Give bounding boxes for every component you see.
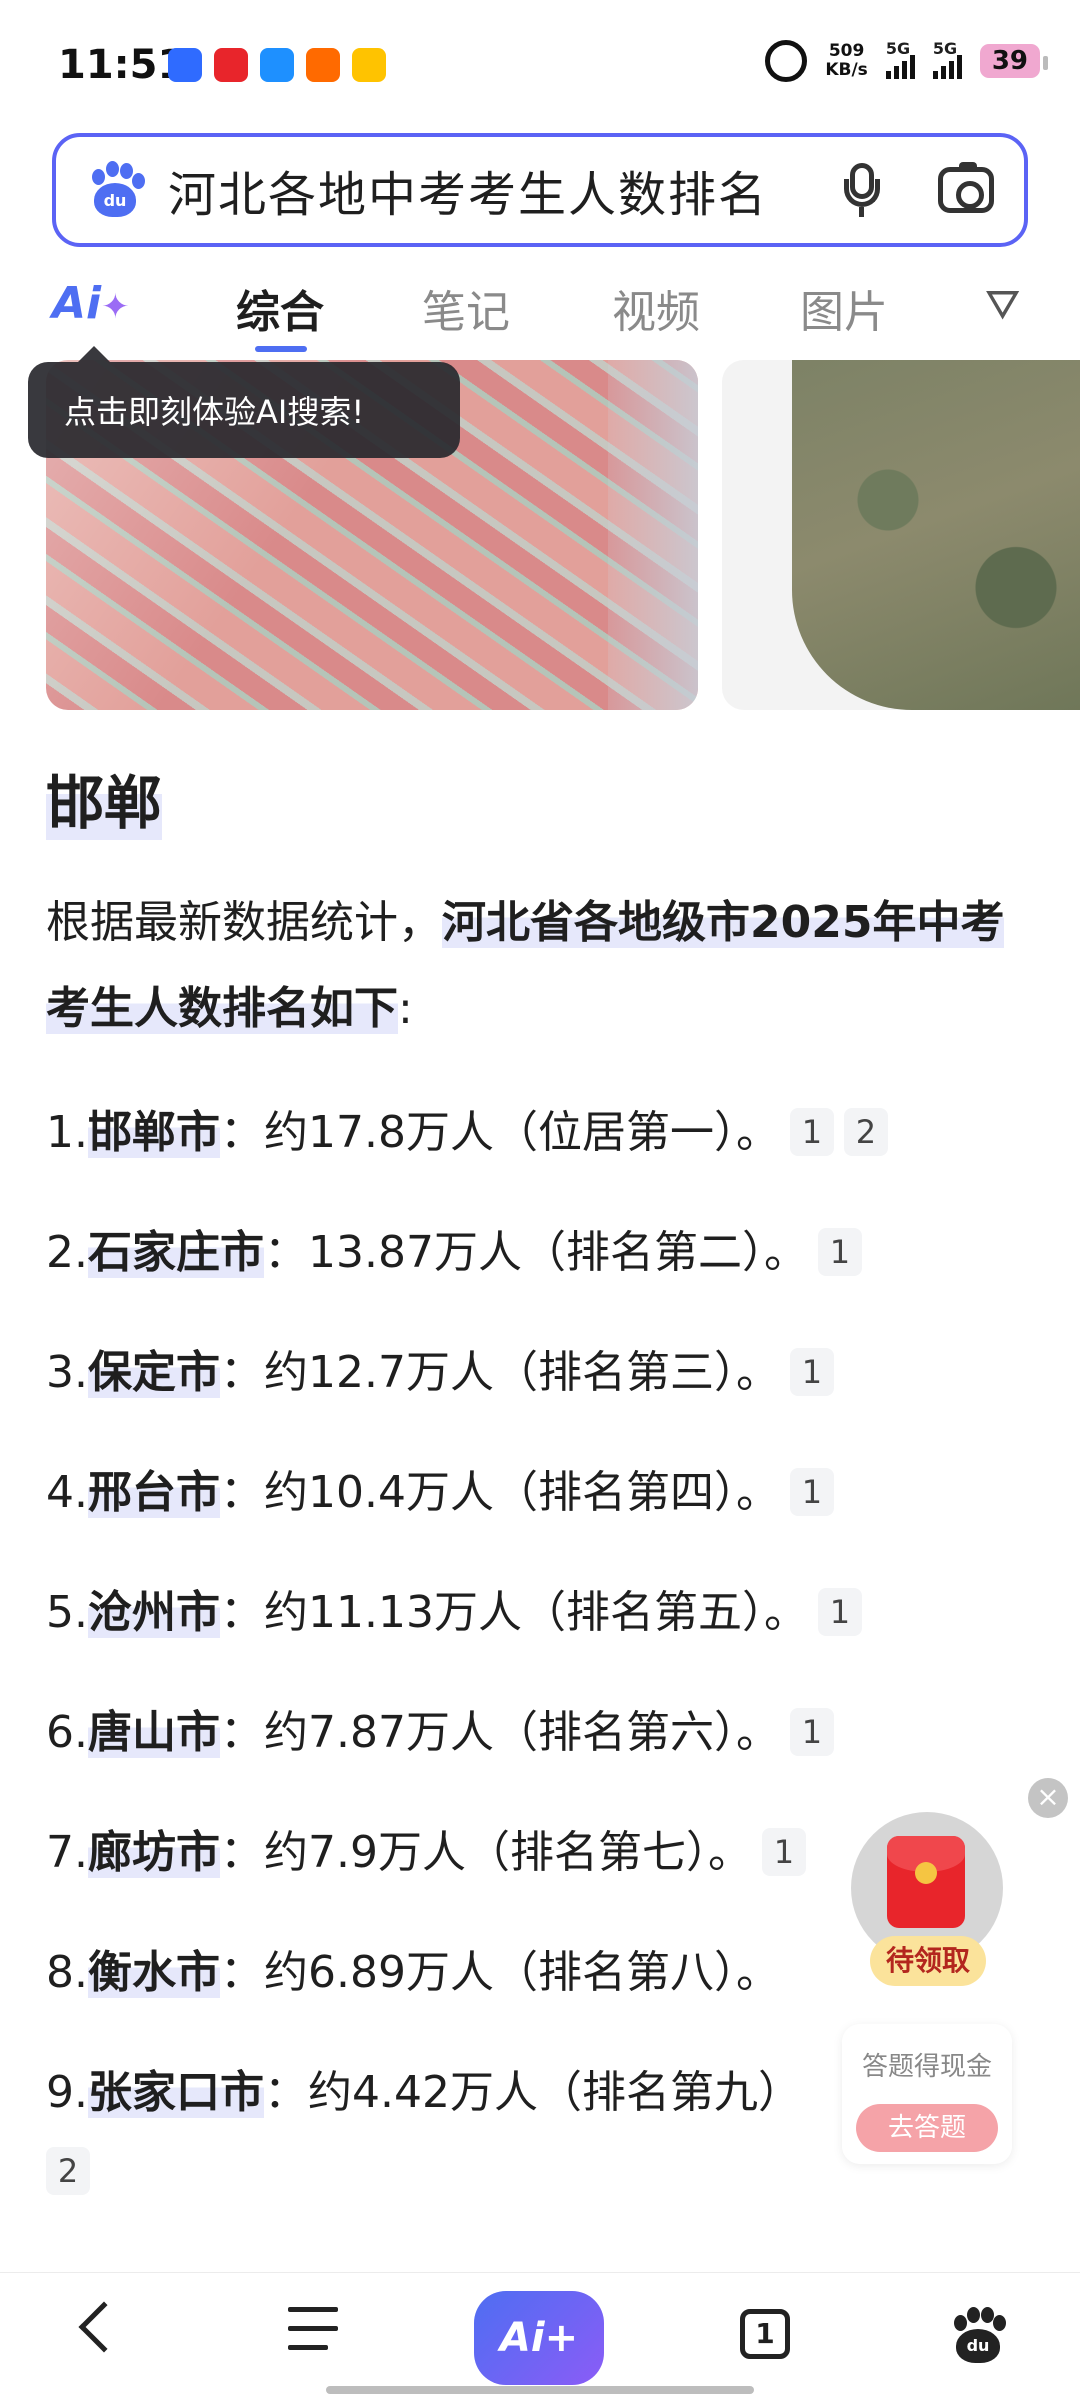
quiz-button[interactable]: 去答题 bbox=[856, 2104, 998, 2152]
tab-videos[interactable]: 视频 bbox=[612, 276, 700, 340]
list-item: 7.廊坊市：约7.9万人（排名第七）。 1 bbox=[46, 1816, 806, 1880]
battery-icon: 39 bbox=[979, 44, 1049, 78]
citation-badge[interactable]: 1 bbox=[789, 1348, 834, 1396]
list-item: 6.唐山市：约7.87万人（排名第六）。 1 bbox=[46, 1696, 834, 1760]
tab-ai[interactable]: Ai✦ bbox=[52, 278, 130, 329]
signal-icon-2: 5G bbox=[932, 39, 962, 79]
citation-badge[interactable]: 1 bbox=[789, 1108, 834, 1156]
baidu-app-icon bbox=[168, 48, 202, 82]
city-name: 张家口市 bbox=[87, 2067, 264, 2118]
city-name: 衡水市 bbox=[87, 1947, 220, 1998]
list-item: 3.保定市：约12.7万人（排名第三）。 1 bbox=[46, 1336, 834, 1400]
status-time: 11:51 bbox=[58, 42, 186, 88]
tab-all[interactable]: 综合 bbox=[236, 276, 324, 340]
citation-badge[interactable]: 2 bbox=[46, 2147, 90, 2195]
section-heading: 邯郸 bbox=[46, 756, 163, 840]
list-item: 5.沧州市：约11.13万人（排名第五）。 1 bbox=[46, 1576, 862, 1640]
active-tab-indicator bbox=[255, 346, 307, 352]
net-speed-value: 509 bbox=[828, 41, 865, 61]
tab-ai-label: Ai bbox=[52, 278, 102, 329]
list-item-continuation: 2 bbox=[36, 2146, 90, 2197]
notification-icons bbox=[168, 48, 386, 82]
citation-badge[interactable]: 1 bbox=[817, 1588, 862, 1636]
list-item: 1.邯郸市：约17.8万人（位居第一）。 1 2 bbox=[46, 1096, 888, 1160]
close-icon[interactable]: × bbox=[1028, 1778, 1068, 1818]
status-right-group: 509 KB/s 5G 5G 39 bbox=[765, 39, 1049, 82]
home-logo-text: du bbox=[956, 2329, 1000, 2363]
list-item: 8.衡水市：约6.89万人（排名第八）。 bbox=[46, 1947, 780, 1998]
home-indicator[interactable] bbox=[326, 2386, 754, 2394]
microphone-icon[interactable] bbox=[844, 163, 880, 217]
net-speed: 509 KB/s bbox=[825, 42, 867, 80]
red-packet-label[interactable]: 待领取 bbox=[870, 1936, 986, 1986]
city-name: 廊坊市 bbox=[87, 1827, 220, 1878]
menu-icon[interactable] bbox=[288, 2307, 338, 2351]
alarm-icon bbox=[765, 40, 808, 82]
search-input[interactable]: 河北各地中考考生人数排名 bbox=[168, 155, 844, 225]
tabs-count-icon[interactable]: 1 bbox=[740, 2309, 790, 2359]
quiz-title: 答题得现金 bbox=[861, 2052, 992, 2082]
tab-images[interactable]: 图片 bbox=[800, 276, 888, 340]
ai-tooltip[interactable]: 点击即刻体验AI搜索! bbox=[28, 346, 460, 458]
baidu-home-icon[interactable]: du bbox=[950, 2307, 1006, 2363]
city-name: 沧州市 bbox=[87, 1587, 220, 1638]
list-item: 9.张家口市：约4.42万人（排名第九） bbox=[46, 2067, 802, 2118]
baidu-paw-icon: du bbox=[86, 161, 145, 219]
baidu-logo-text: du bbox=[94, 183, 136, 217]
ai-search-button[interactable]: Ai+ bbox=[474, 2291, 604, 2385]
tab-notes[interactable]: 笔记 bbox=[422, 276, 510, 340]
intro-paragraph: 根据最新数据统计，河北省各地级市2025年中考考生人数排名如下: bbox=[46, 880, 1036, 1052]
red-packet-icon bbox=[887, 1836, 965, 1928]
red-app-icon bbox=[214, 48, 248, 82]
city-name: 邯郸市 bbox=[87, 1107, 220, 1158]
citation-badge[interactable]: 1 bbox=[761, 1828, 806, 1876]
net-speed-unit: KB/s bbox=[825, 60, 868, 80]
search-bar[interactable]: du 河北各地中考考生人数排名 bbox=[52, 133, 1028, 247]
intro-prefix: 根据最新数据统计， bbox=[46, 897, 442, 948]
citation-badge[interactable]: 1 bbox=[817, 1228, 862, 1276]
back-icon[interactable] bbox=[78, 2301, 130, 2353]
citation-badge[interactable]: 1 bbox=[789, 1708, 834, 1756]
meituan-app-icon bbox=[352, 48, 386, 82]
citation-badge[interactable]: 2 bbox=[843, 1108, 888, 1156]
search-tabs: Ai✦ 综合 笔记 视频 图片 ⛛ bbox=[0, 258, 1080, 352]
camera-icon[interactable] bbox=[938, 162, 994, 213]
sparkle-icon: ✦ bbox=[101, 287, 130, 327]
blue-app-icon bbox=[260, 48, 294, 82]
filter-icon[interactable]: ⛛ bbox=[985, 280, 1020, 330]
taobao-app-icon bbox=[306, 48, 340, 82]
list-item: 4.邢台市：约10.4万人（排名第四）。 1 bbox=[46, 1456, 834, 1520]
bottom-nav: Ai+ 1 du bbox=[0, 2272, 1080, 2400]
signal-icon-1: 5G bbox=[885, 39, 915, 79]
list-item: 2.石家庄市：13.87万人（排名第二）。 1 bbox=[46, 1216, 862, 1280]
quiz-card[interactable]: 答题得现金 去答题 bbox=[842, 2024, 1012, 2164]
signal-1-label: 5G bbox=[885, 39, 911, 58]
status-bar: 11:51 509 KB/s 5G 5G 39 bbox=[0, 0, 1080, 130]
city-name: 石家庄市 bbox=[87, 1227, 264, 1278]
signal-2-label: 5G bbox=[932, 39, 958, 58]
intro-suffix: : bbox=[398, 983, 413, 1034]
map-image-2[interactable] bbox=[722, 360, 1080, 710]
citation-badge[interactable]: 1 bbox=[789, 1468, 834, 1516]
city-name: 唐山市 bbox=[87, 1707, 220, 1758]
city-name: 邢台市 bbox=[87, 1467, 220, 1518]
city-name: 保定市 bbox=[87, 1347, 220, 1398]
